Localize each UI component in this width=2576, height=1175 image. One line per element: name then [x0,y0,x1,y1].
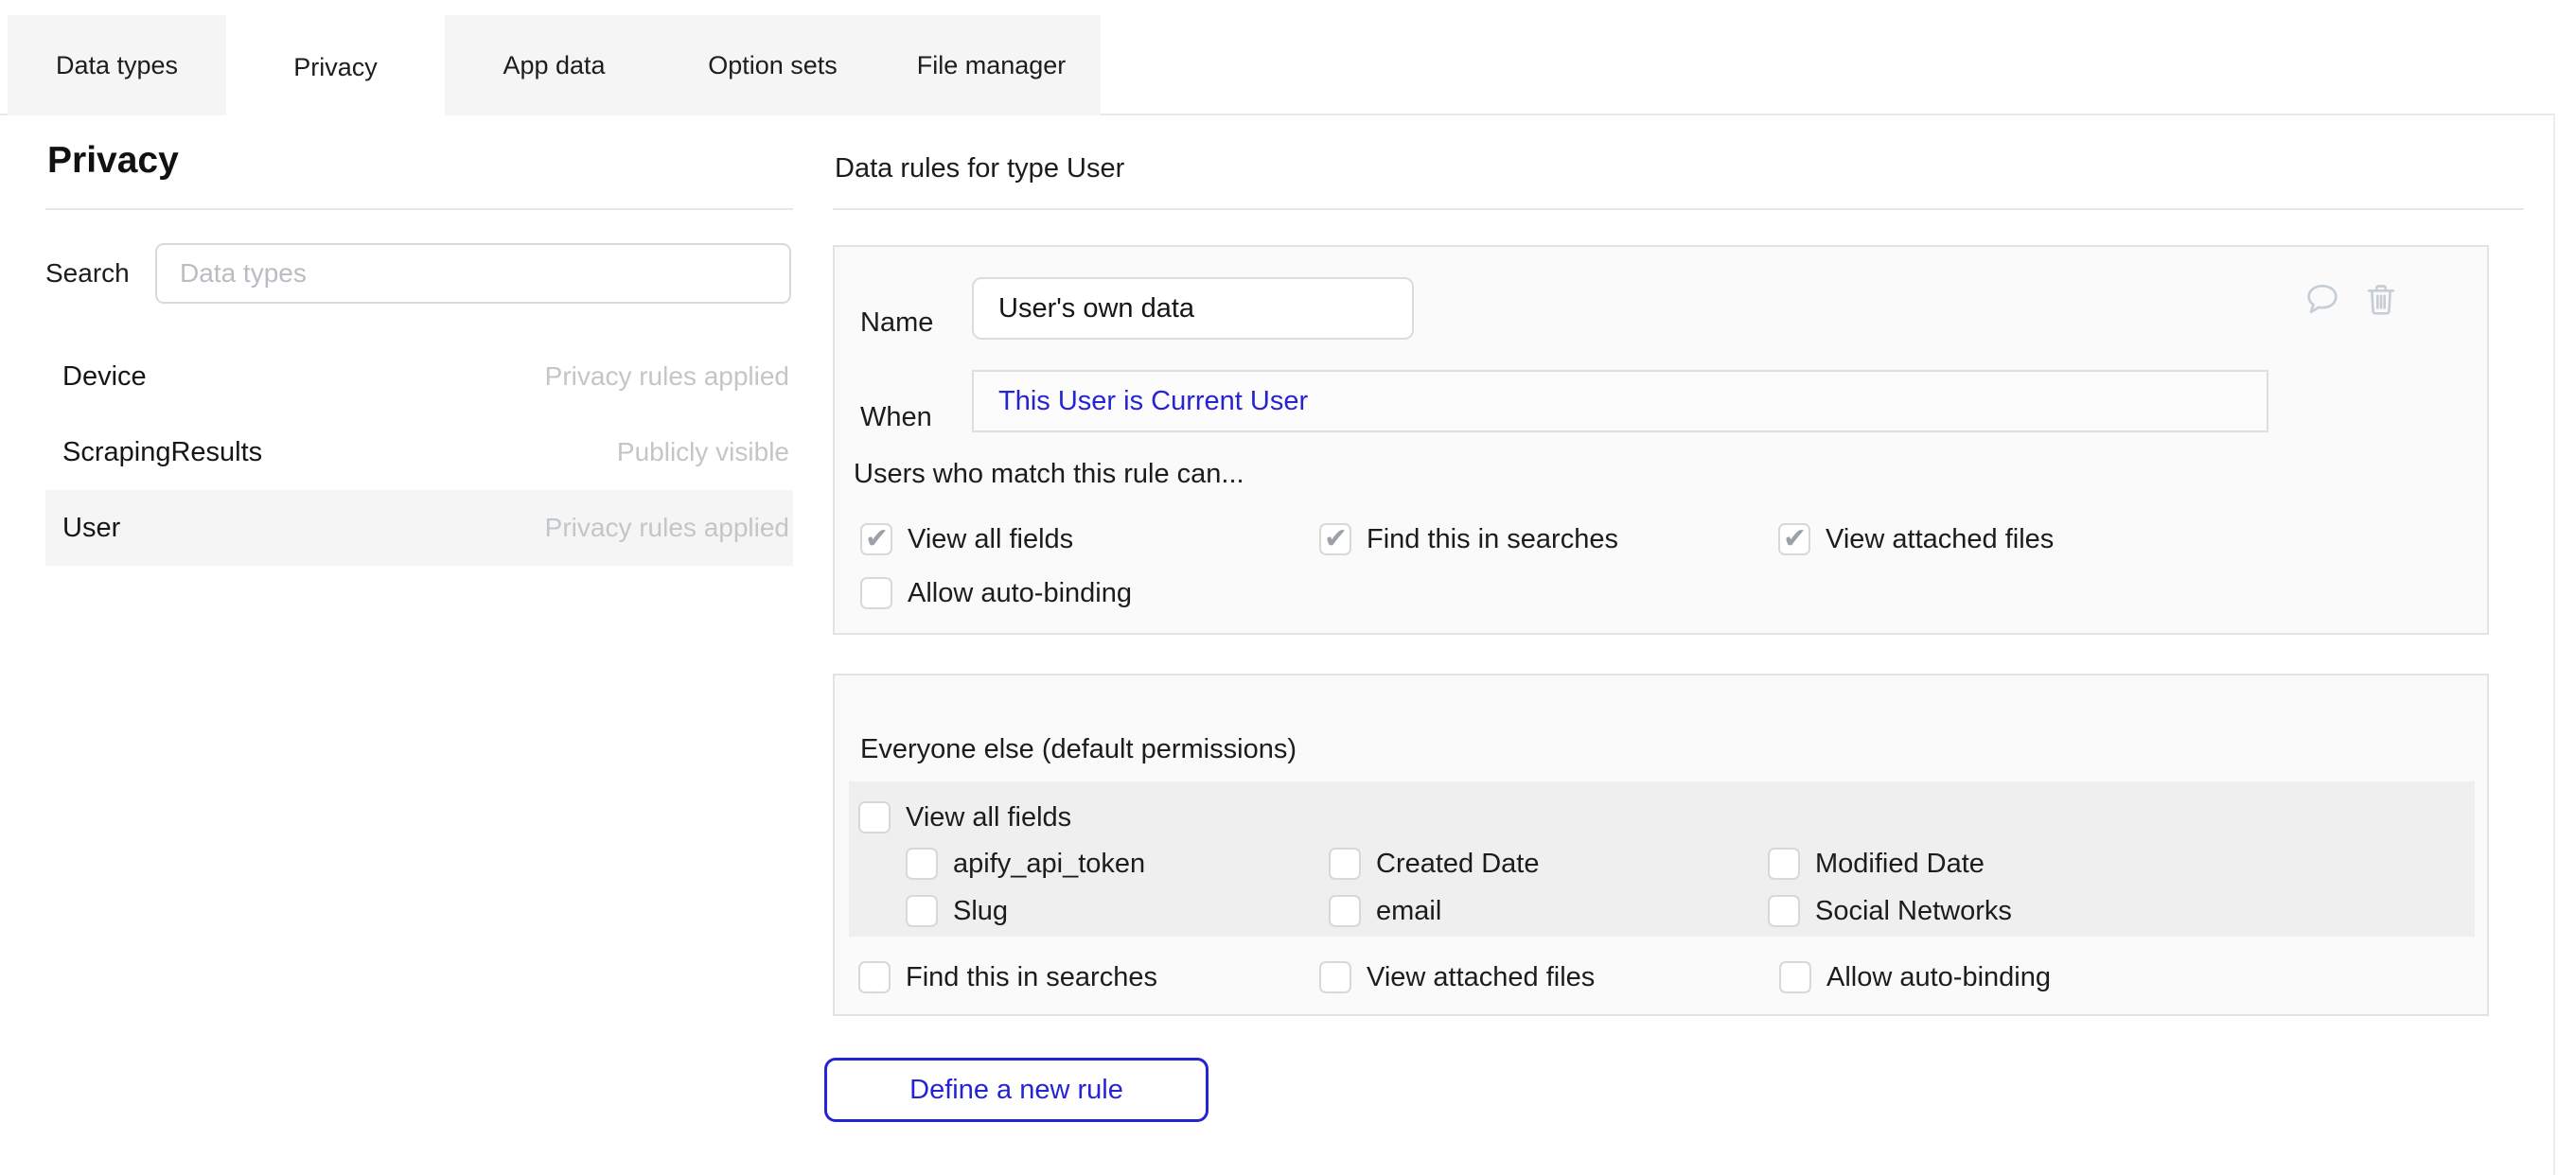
checkbox-label: email [1376,896,1441,927]
field-apify-api-token: apify_api_token [906,848,1329,880]
perm-find-in-searches-default: Find this in searches [858,961,1319,993]
default-permissions-title: Everyone else (default permissions) [860,734,1297,765]
tab-file-manager[interactable]: File manager [882,15,1101,115]
match-rule-caption: Users who match this rule can... [854,459,1244,490]
checkbox-label: View all fields [906,802,1071,833]
allow-auto-binding-checkbox[interactable] [1779,961,1811,993]
privacy-settings-page: Data types Privacy App data Option sets … [0,0,2576,1175]
checkbox-label: Modified Date [1815,849,1985,880]
perm-allow-auto-binding: Allow auto-binding [860,577,1319,609]
sidebar-divider [45,208,793,210]
tab-data-types[interactable]: Data types [8,15,226,115]
field-checkbox[interactable] [906,848,938,880]
tab-option-sets[interactable]: Option sets [663,15,882,115]
field-created-date: Created Date [1329,848,1768,880]
checkbox-label: Find this in searches [906,962,1157,993]
rule-permissions: View all fields Find this in searches Vi… [860,523,2237,609]
checkbox-label: Slug [953,896,1008,927]
perm-find-in-searches: Find this in searches [1319,523,1778,555]
type-status: Privacy rules applied [545,513,789,543]
perm-view-attached-files-default: View attached files [1319,961,1779,993]
find-in-searches-checkbox[interactable] [1319,523,1351,555]
default-permissions: Find this in searches View attached file… [858,961,2051,993]
tab-privacy[interactable]: Privacy [226,15,445,119]
when-label: When [860,402,932,433]
perm-view-all-fields: View all fields [860,523,1319,555]
type-status: Privacy rules applied [545,361,789,392]
perm-allow-auto-binding-default: Allow auto-binding [1779,961,2051,993]
when-condition-text: This User is Current User [998,386,1308,417]
view-all-fields-checkbox[interactable] [858,801,891,833]
trash-icon[interactable] [2362,281,2400,319]
search-label: Search [45,258,155,289]
checkbox-label: Social Networks [1815,896,2012,927]
checkbox-label: View attached files [1367,962,1595,993]
type-name: ScrapingResults [62,437,262,468]
data-rules-header: Data rules for type User [835,153,1124,184]
field-checkbox[interactable] [906,895,938,927]
search-row: Search [45,242,793,305]
main-divider [833,208,2524,210]
default-fields-panel: View all fields apify_api_token Created … [849,781,2475,937]
privacy-rule-card: Name When This User is Current User User… [833,245,2489,635]
find-in-searches-checkbox[interactable] [858,961,891,993]
rule-card-actions [2303,281,2400,319]
field-social-networks: Social Networks [1768,895,2012,927]
checkbox-label: Created Date [1376,849,1540,880]
page-title: Privacy [47,140,179,182]
checkbox-label: Allow auto-binding [908,578,1132,609]
field-checkbox-grid: apify_api_token Created Date Modified Da… [906,848,2012,927]
comment-icon[interactable] [2303,281,2341,319]
field-modified-date: Modified Date [1768,848,2012,880]
when-condition-box[interactable]: This User is Current User [972,370,2268,432]
field-checkbox[interactable] [1329,848,1361,880]
rule-name-input[interactable] [972,277,1414,340]
allow-auto-binding-checkbox[interactable] [860,577,892,609]
field-slug: Slug [906,895,1329,927]
default-permissions-card: Everyone else (default permissions) View… [833,674,2489,1016]
field-checkbox[interactable] [1768,848,1800,880]
tab-app-data[interactable]: App data [445,15,663,115]
type-name: User [62,513,120,544]
field-checkbox[interactable] [1329,895,1361,927]
type-status: Publicly visible [617,437,789,467]
tab-bar: Data types Privacy App data Option sets … [8,15,1101,115]
checkbox-label: apify_api_token [953,849,1145,880]
checkbox-label: Find this in searches [1367,524,1618,555]
data-type-list: Device Privacy rules applied ScrapingRes… [45,339,793,566]
checkbox-label: View all fields [908,524,1073,555]
name-label: Name [860,307,933,339]
field-checkbox[interactable] [1768,895,1800,927]
view-all-fields-checkbox[interactable] [860,523,892,555]
content-right-border [2553,114,2555,1175]
checkbox-label: View attached files [1826,524,2054,555]
checkbox-label: Allow auto-binding [1826,962,2051,993]
list-item-scrapingresults[interactable]: ScrapingResults Publicly visible [45,414,793,490]
type-name: Device [62,361,147,393]
perm-view-attached-files: View attached files [1778,523,2237,555]
view-attached-files-checkbox[interactable] [1778,523,1810,555]
define-new-rule-button[interactable]: Define a new rule [824,1058,1209,1122]
list-item-user[interactable]: User Privacy rules applied [45,490,793,566]
perm-view-all-fields-default: View all fields [858,801,1071,833]
field-email: email [1329,895,1768,927]
view-attached-files-checkbox[interactable] [1319,961,1351,993]
list-item-device[interactable]: Device Privacy rules applied [45,339,793,414]
search-input[interactable] [155,243,791,304]
